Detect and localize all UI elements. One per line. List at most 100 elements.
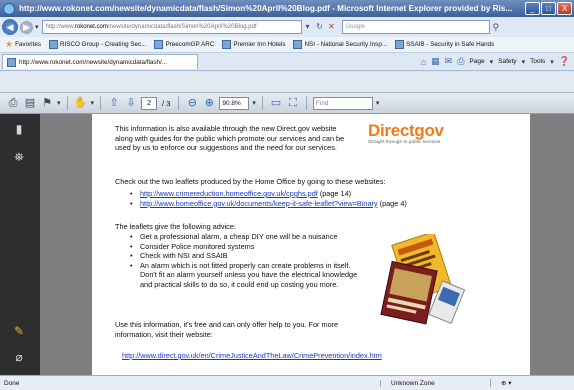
mail-icon[interactable]: ✉ [445,56,453,67]
logo-tagline: Straight through to public services [368,140,441,145]
address-input[interactable]: http://www. rokonet.com/newsite/dynamicda… [41,20,302,34]
pdf-page: This information is also available throu… [92,114,530,375]
favorite-link[interactable]: PreecomGP ARC [151,40,217,49]
favorite-link-label: PreecomGP ARC [165,41,215,48]
address-toolbar: ◀ ▶ ▾ http://www. rokonet.com/newsite/dyn… [0,17,574,37]
directgov-logo: Directgov Straight through to public ser… [368,121,480,146]
favorites-button[interactable]: ★ Favorites [2,39,44,50]
print-icon[interactable]: ⎙ [457,56,464,67]
ie-icon [3,2,15,15]
advice-intro: The leaflets give the following advice: [115,222,236,231]
pdf-toolbar: ⎙ ▤ ⚑ ▾ ✋ ▾ ⇧ ⇩ 2 / 3 ⊖ ⊕ 90.8% ▾ ▭ ⛶ Fi… [0,92,574,114]
pdf-viewport[interactable]: This information is also available throu… [40,114,574,375]
favorite-link[interactable]: RISCO Group - Creating Sec... [46,40,149,49]
zoom-in-icon[interactable]: ⊕ [202,96,216,110]
favorite-link[interactable]: NSI - National Security Insp... [290,40,390,49]
tools-menu[interactable]: Tools [530,58,545,65]
separator [261,96,263,110]
feeds-icon[interactable]: ▦ [431,56,440,67]
favorite-link-label: NSI - National Security Insp... [304,41,388,48]
direct-gov-link[interactable]: http://www.direct.gov.uk/en/CrimeJustice… [122,351,382,360]
close-button[interactable]: X [557,2,572,15]
find-input[interactable]: Find [312,96,373,110]
chevron-down-icon[interactable]: ▾ [91,99,95,107]
favorites-label: Favorites [15,41,41,48]
tab-label: http://www.rokonet.com/newsite/dynamicda… [19,58,168,66]
chevron-down-icon[interactable]: ▾ [57,99,61,107]
favorite-link[interactable]: Premier Inn Hotels [219,40,288,49]
link-suffix: (page 14) [317,189,352,198]
search-placeholder: Google [345,24,365,30]
page-total: / 3 [162,98,171,108]
forward-button[interactable]: ▶ [20,20,33,34]
list-item: Check with NSI and SSAIB [128,251,358,261]
list-item: http://www.homeoffice.gov.uk/documents/k… [128,199,508,209]
window-controls: _ □ X [525,2,572,15]
fit-page-icon[interactable]: ⛶ [286,96,300,110]
history-dropdown-icon[interactable]: ▾ [35,23,39,31]
list-item: An alarm which is not fitted properly ca… [128,261,358,290]
address-dropdown-icon[interactable]: ▾ [302,20,314,34]
help-icon[interactable]: ❓ [559,56,570,67]
fit-width-icon[interactable]: ▭ [269,96,283,110]
home-icon[interactable]: ⌂ [421,57,426,67]
print-icon[interactable]: ⎙ [6,96,20,110]
command-bar: ⌂ ▦ ✉ ⎙ Page ▾ Safety ▾ Tools ▾ ❓ [421,56,574,67]
binoculars-icon[interactable]: ⛯ [12,150,26,164]
prev-page-icon[interactable]: ⇧ [107,96,121,110]
window-title: http://www.rokonet.com/newsite/dynamicda… [19,4,513,13]
security-zone: Unknown Zone [380,379,490,387]
advice-list: Get a professional alarm, a cheap DIY on… [128,232,358,290]
separator [100,96,102,110]
zoom-out-icon[interactable]: ⊖ [185,96,199,110]
status-text: Done [4,379,20,387]
page-icon [293,40,303,49]
signatures-icon[interactable]: ✎ [12,324,26,338]
refresh-icon[interactable]: ↻ [314,20,326,34]
page-number-input[interactable]: 2 [141,96,158,110]
maximize-button[interactable]: □ [541,2,556,15]
logo-wordmark: Directgov [368,121,444,140]
chevron-down-icon: ▾ [550,58,554,66]
intro-paragraph: This information is also available throu… [115,124,345,153]
chevron-down-icon[interactable]: ▾ [376,99,380,107]
separator [178,96,180,110]
leaflet-link[interactable]: http://www.homeoffice.gov.uk/documents/k… [140,199,378,208]
page-icon [222,40,232,49]
safety-menu[interactable]: Safety [498,58,516,65]
page-icon [395,40,405,49]
search-icon[interactable]: ⚲ [493,22,500,33]
favorite-link[interactable]: SSAIB - Security in Safe Hands [392,40,497,49]
chevron-down-icon: ▾ [521,58,526,66]
page-menu[interactable]: Page [469,58,484,65]
separator [66,96,68,110]
status-zoom-control[interactable]: ⊕ ▾ [490,379,512,387]
next-page-icon[interactable]: ⇩ [124,96,138,110]
page-icon [48,40,58,49]
zoom-level-input[interactable]: 90.8% [219,96,250,110]
save-icon[interactable]: ▤ [23,96,37,110]
stop-icon[interactable]: ✕ [326,20,338,34]
pages-icon[interactable]: ▮ [12,122,26,136]
minimize-button[interactable]: _ [525,2,540,15]
attachment-icon[interactable]: ⌀ [12,350,26,364]
leaflets-illustration [380,234,466,325]
link-suffix: (page 4) [377,198,407,208]
list-item: Get a professional alarm, a cheap DIY on… [128,232,358,242]
leaflet-link[interactable]: http://www.crimereduction.homeoffice.gov… [140,189,318,198]
leaflets-intro: Check out the two leaflets produced by t… [115,177,386,186]
browser-tab[interactable]: http://www.rokonet.com/newsite/dynamicda… [2,54,198,69]
search-input[interactable]: Google [341,20,490,34]
star-icon: ★ [5,39,14,49]
favorite-link-label: RISCO Group - Creating Sec... [59,41,147,48]
tab-row: http://www.rokonet.com/newsite/dynamicda… [0,53,574,71]
address-prefix: http://www. [45,24,75,30]
toolbar-spacer [0,72,574,92]
share-icon[interactable]: ⚑ [40,96,54,110]
page-icon [7,57,16,67]
address-domain: rokonet.com [74,24,108,30]
hand-tool-icon[interactable]: ✋ [74,96,88,110]
back-button[interactable]: ◀ [2,19,18,35]
chevron-down-icon[interactable]: ▾ [252,99,256,107]
leaflet-links: http://www.crimereduction.homeoffice.gov… [128,189,508,208]
